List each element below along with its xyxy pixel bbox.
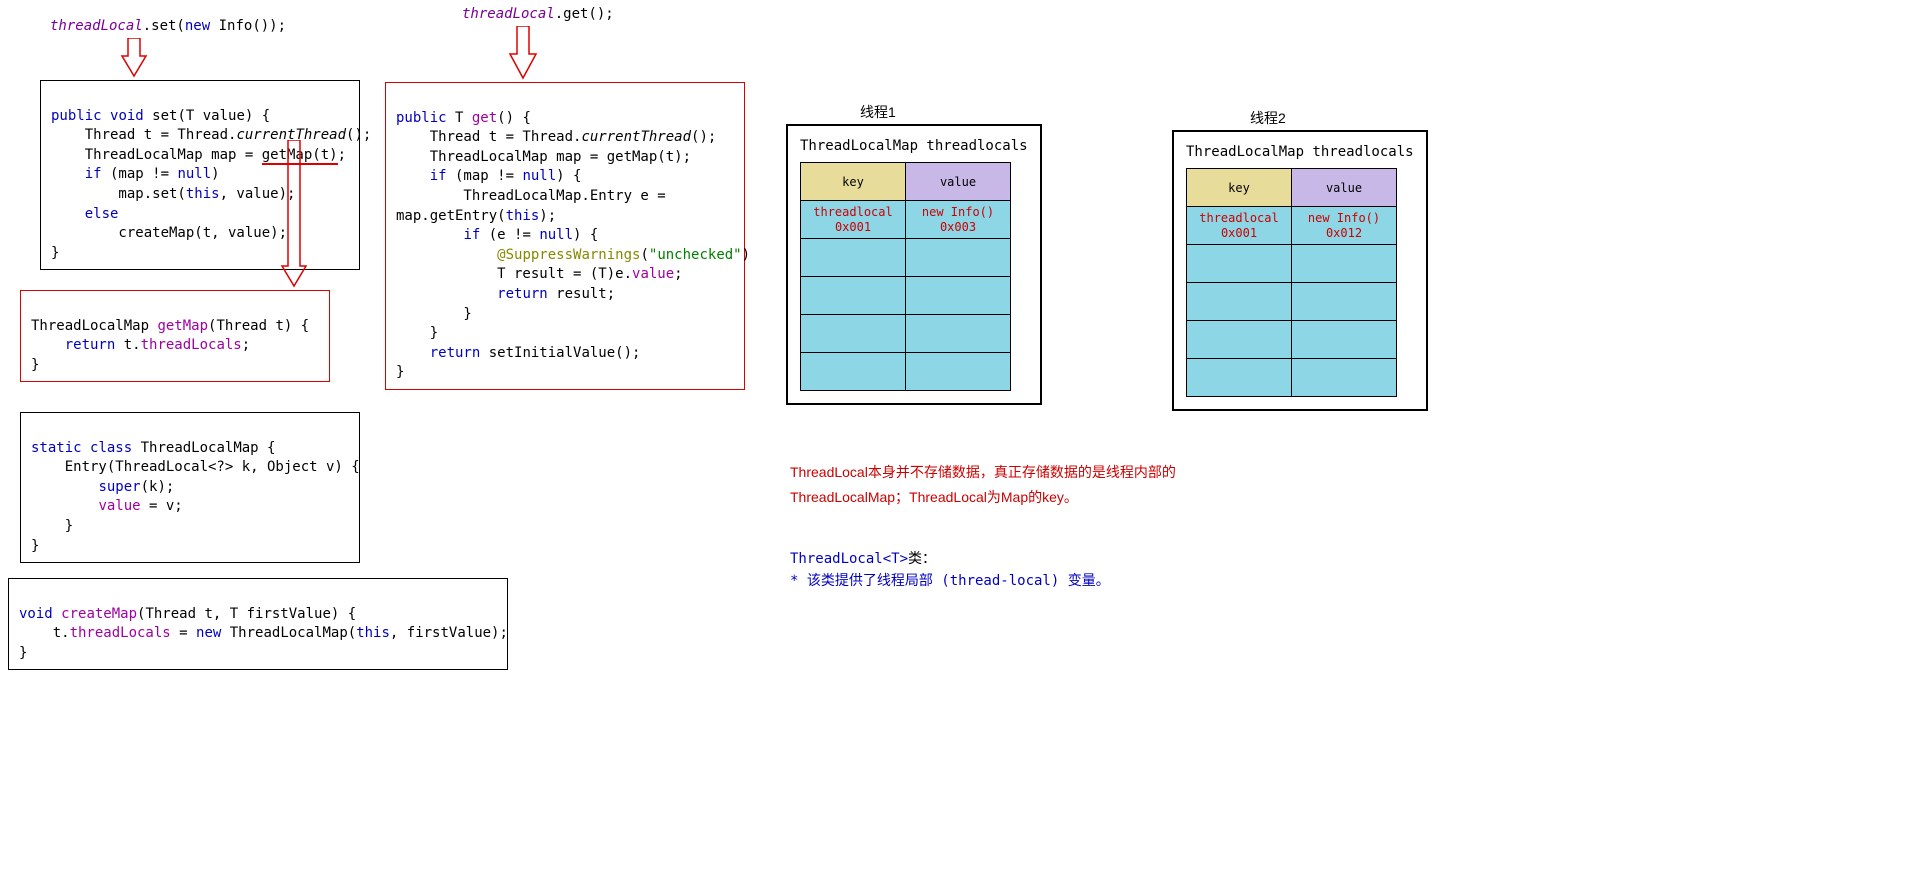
table-row — [1187, 245, 1292, 283]
table-row — [906, 315, 1011, 353]
thread2-map-box: ThreadLocalMap threadlocals key value th… — [1172, 130, 1428, 411]
table-row — [801, 277, 906, 315]
code-getmap-method: ThreadLocalMap getMap(Thread t) { return… — [20, 290, 330, 382]
thread2-key-header: key — [1187, 169, 1292, 207]
table-row — [906, 277, 1011, 315]
table-row — [1187, 359, 1292, 397]
thread1-key-0: threadlocal0x001 — [801, 201, 906, 239]
thread2-value-header: value — [1292, 169, 1397, 207]
thread2-key-0: threadlocal0x001 — [1187, 207, 1292, 245]
code-createmap-method: void createMap(Thread t, T firstValue) {… — [8, 578, 508, 670]
thread1-title: 线程1 — [860, 102, 896, 122]
thread1-map-label: ThreadLocalMap threadlocals — [800, 138, 1028, 154]
table-row — [1292, 283, 1397, 321]
table-row — [906, 239, 1011, 277]
arrow-to-getmap — [280, 140, 308, 290]
note-javadoc: ThreadLocal<T>类： * 该类提供了线程局部 (thread-loc… — [790, 548, 1110, 593]
thread2-val-0: new Info()0x012 — [1292, 207, 1397, 245]
code-threadlocalmap-class: static class ThreadLocalMap { Entry(Thre… — [20, 412, 360, 563]
table-row — [1187, 283, 1292, 321]
table-row — [1292, 245, 1397, 283]
table-row — [1187, 321, 1292, 359]
thread1-val-0: new Info()0x003 — [906, 201, 1011, 239]
caption-set: threadLocal.set(new Info()); — [50, 18, 286, 34]
note-summary: ThreadLocal本身并不存储数据，真正存储数据的是线程内部的 Thread… — [790, 460, 1176, 510]
table-row — [801, 353, 906, 391]
table-row — [906, 353, 1011, 391]
thread1-map-box: ThreadLocalMap threadlocals key value th… — [786, 124, 1042, 405]
thread2-title: 线程2 — [1250, 108, 1286, 128]
thread1-value-header: value — [906, 163, 1011, 201]
code-set-method: public void set(T value) { Thread t = Th… — [40, 80, 360, 270]
thread2-table: key value threadlocal0x001 new Info()0x0… — [1186, 168, 1397, 397]
code-get-method: public T get() { Thread t = Thread.curre… — [385, 82, 745, 390]
table-row — [1292, 321, 1397, 359]
table-row — [1292, 359, 1397, 397]
thread1-table: key value threadlocal0x001 new Info()0x0… — [800, 162, 1011, 391]
table-row — [801, 315, 906, 353]
caption-get: threadLocal.get(); — [462, 6, 614, 22]
caption-set-var: threadLocal — [50, 18, 143, 34]
arrow-to-set — [120, 38, 148, 80]
thread2-map-label: ThreadLocalMap threadlocals — [1186, 144, 1414, 160]
thread1-key-header: key — [801, 163, 906, 201]
arrow-to-get — [508, 26, 538, 82]
table-row — [801, 239, 906, 277]
